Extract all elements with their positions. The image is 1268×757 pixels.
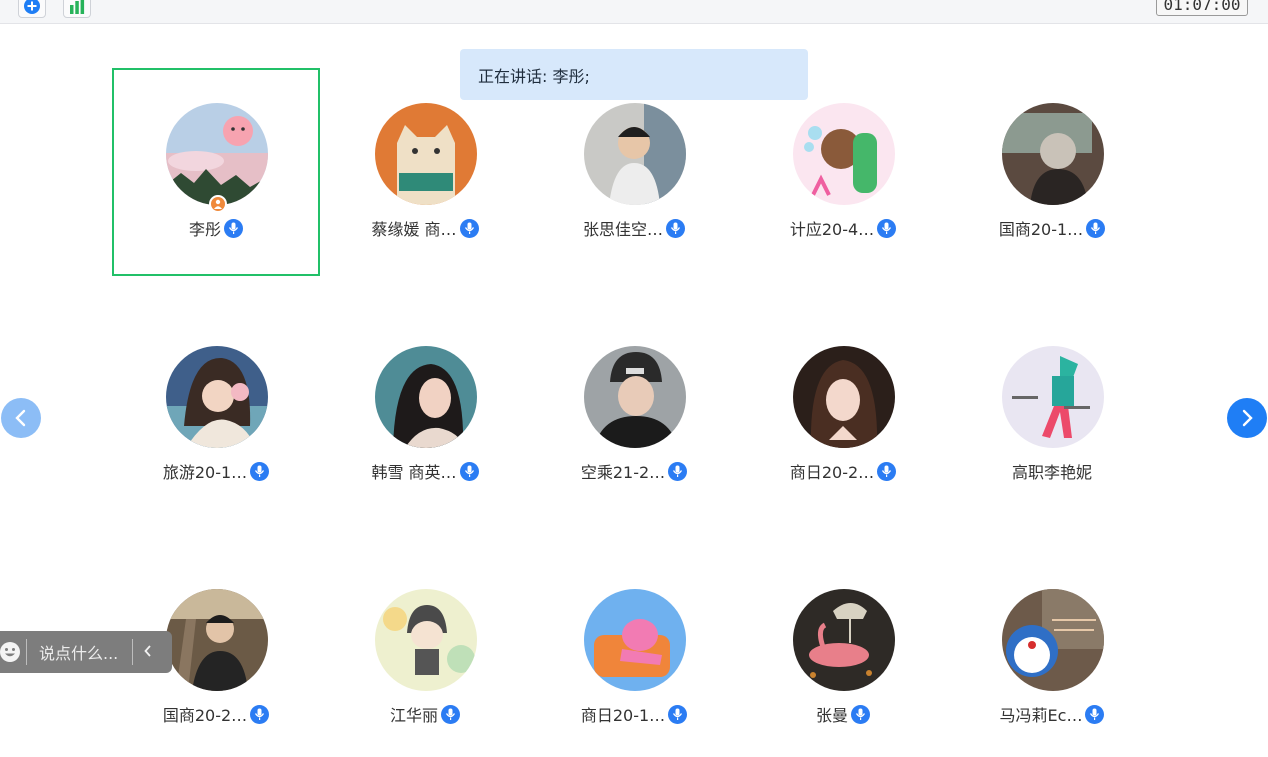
microphone-icon xyxy=(851,704,870,724)
chat-bar: 说点什么... xyxy=(0,631,172,673)
participant-tile[interactable]: 蔡缘媛 商… xyxy=(325,103,525,243)
avatar xyxy=(793,589,895,691)
meeting-timer: 01:07:00 xyxy=(1156,0,1248,16)
microphone-icon xyxy=(250,704,270,724)
participant-tile[interactable]: 国商20-1… xyxy=(952,103,1152,243)
avatar xyxy=(793,103,895,205)
speaking-banner: 正在讲话: 李彤; xyxy=(460,49,808,100)
participant-tile[interactable]: 商日20-2… xyxy=(743,346,943,486)
microphone-icon xyxy=(877,461,897,481)
participant-name: 空乘21-2… xyxy=(580,463,666,482)
top-toolbar: 01:07:00 xyxy=(0,0,1268,24)
microphone-icon xyxy=(666,218,685,238)
participant-name: 商日20-2… xyxy=(789,463,875,482)
chevron-left-icon xyxy=(15,409,26,427)
microphone-icon xyxy=(459,461,479,481)
avatar xyxy=(1002,589,1104,691)
participant-name: 旅游20-1… xyxy=(162,463,248,482)
avatar xyxy=(166,346,268,448)
participant-tile[interactable]: 商日20-1… xyxy=(534,589,734,729)
participant-name: 张思佳空… xyxy=(582,220,663,239)
participant-name: 国商20-1… xyxy=(998,220,1084,239)
avatar xyxy=(584,589,686,691)
next-page-button[interactable] xyxy=(1227,398,1267,438)
microphone-icon xyxy=(1085,704,1105,724)
avatar xyxy=(793,346,895,448)
emoji-button[interactable] xyxy=(0,641,26,663)
avatar xyxy=(584,103,686,205)
avatar xyxy=(1002,103,1104,205)
avatar xyxy=(375,346,477,448)
microphone-icon xyxy=(224,218,243,238)
chevron-left-icon xyxy=(144,644,151,657)
microphone-icon xyxy=(459,218,479,238)
participant-tile[interactable]: 张曼 xyxy=(743,589,943,729)
participant-tile[interactable]: 旅游20-1… xyxy=(116,346,316,486)
microphone-icon xyxy=(250,461,270,481)
participant-tile[interactable]: 计应20-4… xyxy=(743,103,943,243)
participant-tile[interactable]: 李彤 xyxy=(116,103,316,243)
avatar xyxy=(375,103,477,205)
stats-button[interactable] xyxy=(63,0,91,18)
plus-circle-icon xyxy=(24,0,40,14)
avatar xyxy=(1002,346,1104,448)
chat-input[interactable]: 说点什么... xyxy=(27,640,132,664)
smiley-icon xyxy=(0,642,20,662)
avatar xyxy=(375,589,477,691)
collapse-chat-button[interactable] xyxy=(133,643,153,662)
participant-name: 蔡缘媛 商… xyxy=(371,220,457,239)
microphone-icon xyxy=(668,704,688,724)
participant-name: 韩雪 商英… xyxy=(371,463,457,482)
add-button[interactable] xyxy=(18,0,46,18)
microphone-icon xyxy=(668,461,688,481)
participant-tile[interactable]: 高职李艳妮 xyxy=(952,346,1152,486)
participant-name: 江华丽 xyxy=(389,706,438,725)
microphone-icon xyxy=(877,218,897,238)
bar-chart-icon xyxy=(70,0,85,14)
microphone-icon xyxy=(441,704,460,724)
chevron-right-icon xyxy=(1242,409,1253,427)
avatar xyxy=(166,103,268,205)
participant-tile[interactable]: 张思佳空… xyxy=(534,103,734,243)
participant-name: 马冯莉Ec… xyxy=(999,706,1083,725)
participant-tile[interactable]: 马冯莉Ec… xyxy=(952,589,1152,729)
person-icon xyxy=(214,199,222,209)
participant-name: 商日20-1… xyxy=(580,706,666,725)
participant-name: 高职李艳妮 xyxy=(1011,463,1092,482)
prev-page-button[interactable] xyxy=(1,398,41,438)
participant-tile[interactable]: 韩雪 商英… xyxy=(325,346,525,486)
participant-name: 李彤 xyxy=(188,220,221,239)
participant-name: 张曼 xyxy=(815,706,848,725)
avatar xyxy=(584,346,686,448)
participant-name: 计应20-4… xyxy=(789,220,875,239)
microphone-icon xyxy=(1086,218,1106,238)
participant-tile[interactable]: 江华丽 xyxy=(325,589,525,729)
avatar xyxy=(166,589,268,691)
host-badge xyxy=(209,195,227,213)
participant-tile[interactable]: 空乘21-2… xyxy=(534,346,734,486)
participant-name: 国商20-2… xyxy=(162,706,248,725)
